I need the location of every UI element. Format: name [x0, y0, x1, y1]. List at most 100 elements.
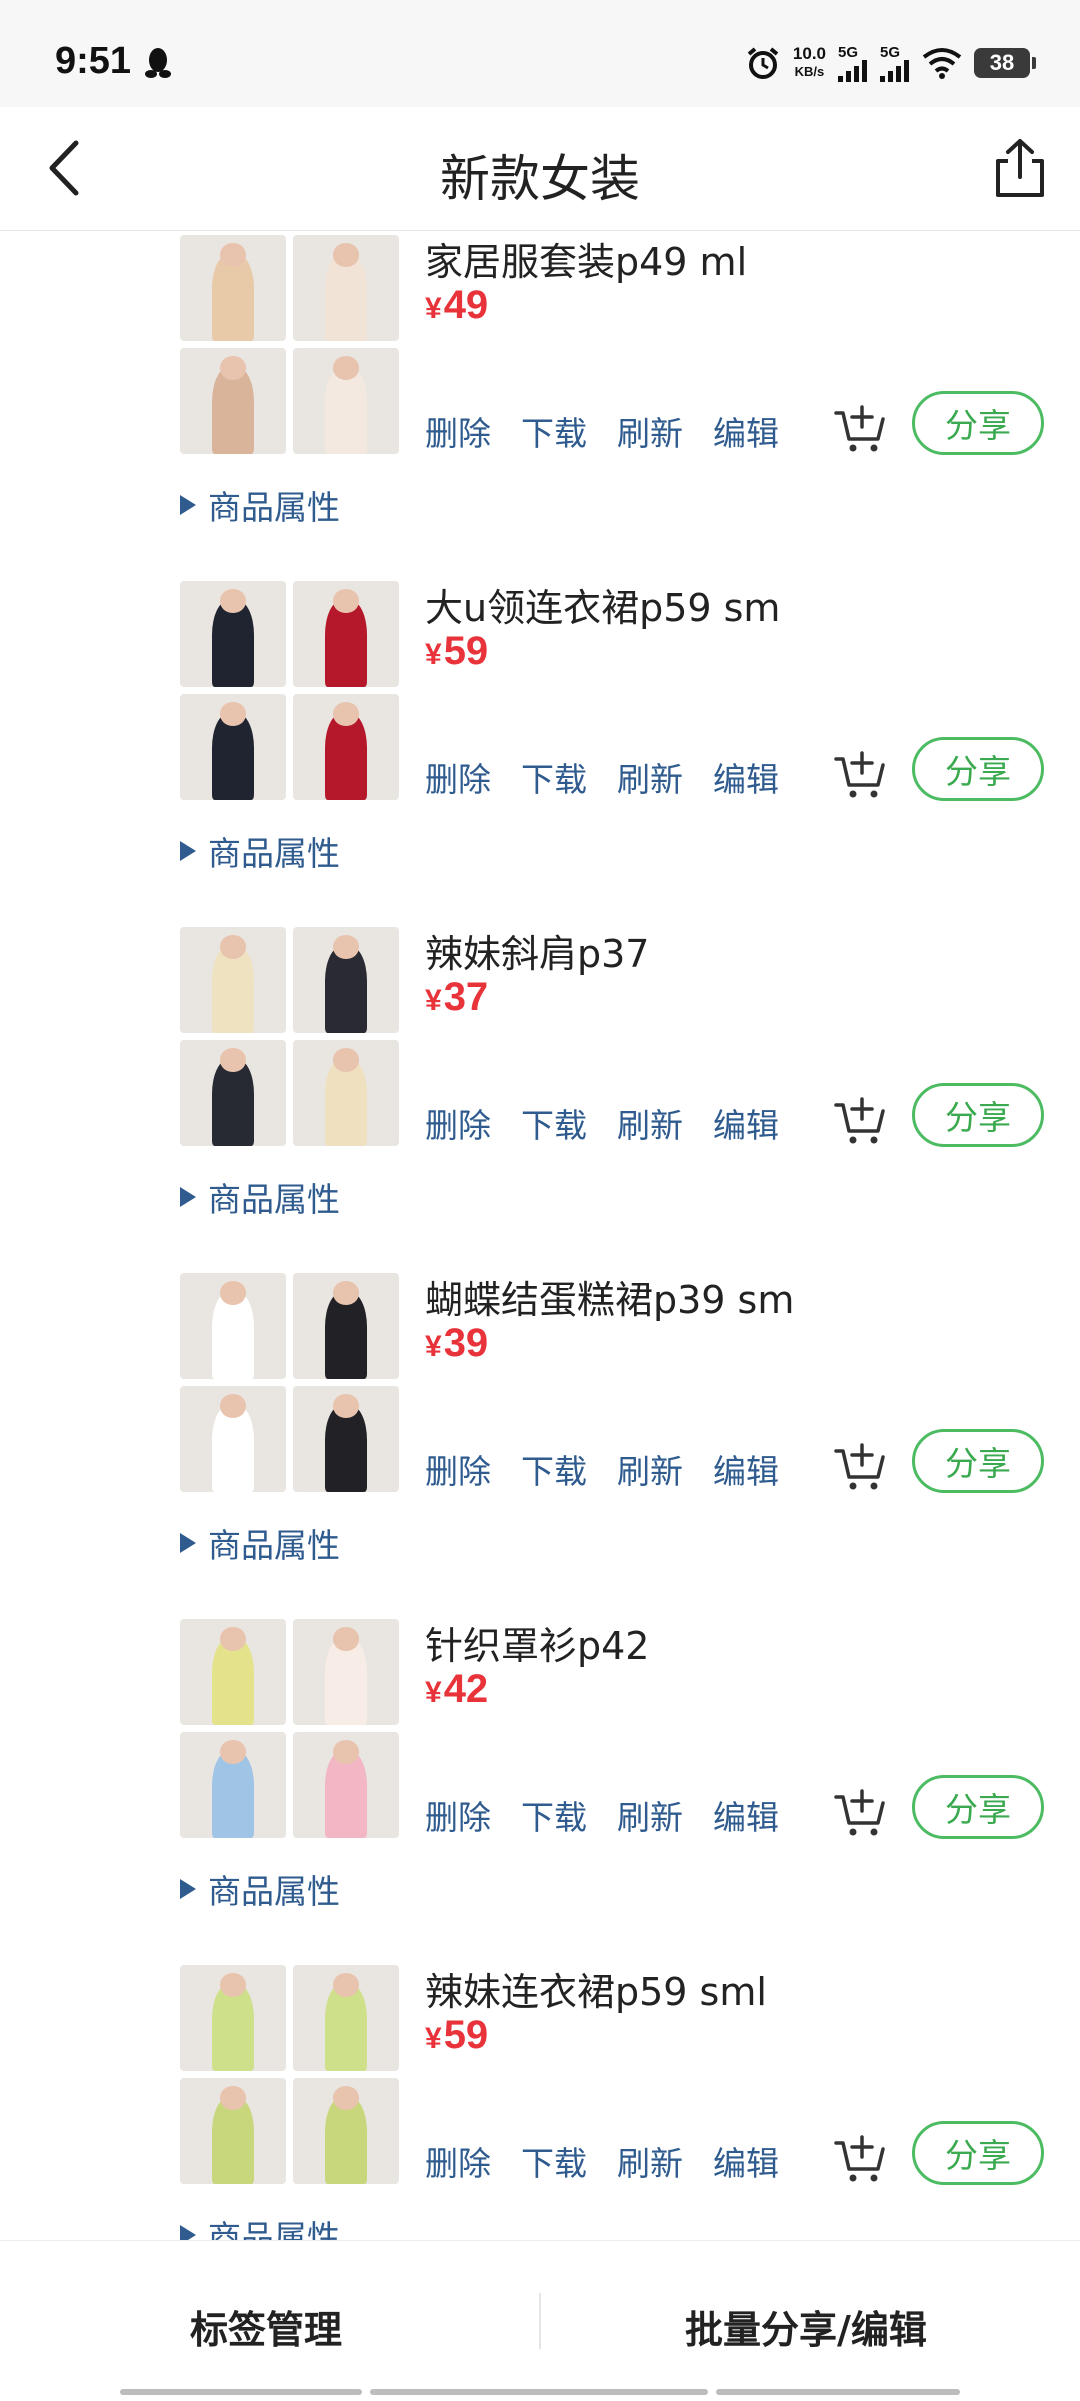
- product-image[interactable]: [293, 694, 399, 800]
- product-image[interactable]: [180, 1619, 286, 1725]
- edit-button[interactable]: 编辑: [713, 2137, 779, 2185]
- product-image[interactable]: [180, 927, 286, 1033]
- product-attributes-toggle[interactable]: 商品属性: [180, 1865, 340, 1913]
- download-button[interactable]: 下载: [521, 2137, 587, 2185]
- item-actions: 删除 下载 刷新 编辑: [425, 2137, 779, 2185]
- product-image[interactable]: [180, 1965, 286, 2071]
- product-thumbnails[interactable]: [180, 1965, 400, 2185]
- list-item[interactable]: 针织罩衫p42 ¥42 删除 下载 刷新 编辑 分享 商品属性: [0, 1615, 1080, 1961]
- bottom-bar: 标签管理 批量分享/编辑: [0, 2240, 1080, 2401]
- batch-share-edit-button[interactable]: 批量分享/编辑: [685, 2299, 927, 2354]
- refresh-button[interactable]: 刷新: [617, 2137, 683, 2185]
- app-header: 新款女装: [0, 107, 1080, 231]
- list-item[interactable]: 大u领连衣裙p59 sm ¥59 删除 下载 刷新 编辑 分享 商品属性: [0, 577, 1080, 923]
- product-image[interactable]: [293, 348, 399, 454]
- product-thumbnails[interactable]: [180, 1619, 400, 1839]
- product-image[interactable]: [293, 1040, 399, 1146]
- nav-pill: [370, 2389, 708, 2395]
- status-icons: 10.0 KB/s 5G 5G 38: [745, 40, 1036, 86]
- product-price: ¥39: [425, 1321, 488, 1366]
- product-image[interactable]: [180, 2078, 286, 2184]
- price-value: 37: [443, 975, 489, 1019]
- download-button[interactable]: 下载: [521, 1791, 587, 1839]
- product-image[interactable]: [180, 581, 286, 687]
- price-value: 39: [443, 1321, 489, 1365]
- delete-button[interactable]: 删除: [425, 1099, 491, 1147]
- product-image[interactable]: [293, 1965, 399, 2071]
- edit-button[interactable]: 编辑: [713, 1099, 779, 1147]
- share-button[interactable]: 分享: [912, 1083, 1044, 1147]
- product-thumbnails[interactable]: [180, 927, 400, 1147]
- download-button[interactable]: 下载: [521, 753, 587, 801]
- price-value: 42: [443, 1667, 489, 1711]
- share-button[interactable]: 分享: [912, 1429, 1044, 1493]
- product-price: ¥49: [425, 283, 488, 328]
- nav-pill: [716, 2389, 960, 2395]
- add-to-cart-icon[interactable]: [832, 745, 888, 801]
- list-item[interactable]: 辣妹斜肩p37 ¥37 删除 下载 刷新 编辑 分享 商品属性: [0, 923, 1080, 1269]
- share-button[interactable]: 分享: [912, 2121, 1044, 2185]
- product-image[interactable]: [293, 235, 399, 341]
- product-image[interactable]: [180, 1040, 286, 1146]
- product-price: ¥59: [425, 2013, 488, 2058]
- delete-button[interactable]: 删除: [425, 753, 491, 801]
- share-button[interactable]: 分享: [912, 737, 1044, 801]
- download-button[interactable]: 下载: [521, 1445, 587, 1493]
- product-thumbnails[interactable]: [180, 1273, 400, 1493]
- product-attributes-toggle[interactable]: 商品属性: [180, 1173, 340, 1221]
- product-image[interactable]: [293, 2078, 399, 2184]
- edit-button[interactable]: 编辑: [713, 1791, 779, 1839]
- list-item[interactable]: 辣妹连衣裙p59 sml ¥59 删除 下载 刷新 编辑 分享 商品属性: [0, 1961, 1080, 2240]
- list-item[interactable]: 家居服套装p49 ml ¥49 删除 下载 刷新 编辑 分享 商品属性: [0, 231, 1080, 577]
- product-image[interactable]: [180, 694, 286, 800]
- delete-button[interactable]: 删除: [425, 1791, 491, 1839]
- tag-manage-button[interactable]: 标签管理: [190, 2299, 342, 2354]
- item-actions: 删除 下载 刷新 编辑: [425, 753, 779, 801]
- refresh-button[interactable]: 刷新: [617, 1099, 683, 1147]
- product-attributes-toggle[interactable]: 商品属性: [180, 481, 340, 529]
- price-value: 59: [443, 629, 489, 673]
- product-image[interactable]: [293, 1273, 399, 1379]
- add-to-cart-icon[interactable]: [832, 1783, 888, 1839]
- product-image[interactable]: [293, 1619, 399, 1725]
- edit-button[interactable]: 编辑: [713, 753, 779, 801]
- product-image[interactable]: [180, 1732, 286, 1838]
- add-to-cart-icon[interactable]: [832, 1091, 888, 1147]
- product-list[interactable]: 家居服套装p49 ml ¥49 删除 下载 刷新 编辑 分享 商品属性 大u领连衣裙p59 sm…: [0, 231, 1080, 2240]
- delete-button[interactable]: 删除: [425, 2137, 491, 2185]
- product-image[interactable]: [293, 1386, 399, 1492]
- refresh-button[interactable]: 刷新: [617, 1445, 683, 1493]
- product-thumbnails[interactable]: [180, 235, 400, 455]
- product-attributes-toggle[interactable]: 商品属性: [180, 827, 340, 875]
- download-button[interactable]: 下载: [521, 407, 587, 455]
- product-image[interactable]: [180, 1386, 286, 1492]
- refresh-button[interactable]: 刷新: [617, 407, 683, 455]
- tab-divider: [539, 2293, 541, 2349]
- share-button[interactable]: 分享: [912, 1775, 1044, 1839]
- signal-2-label: 5G: [880, 43, 901, 61]
- product-image[interactable]: [293, 1732, 399, 1838]
- product-image[interactable]: [180, 235, 286, 341]
- delete-button[interactable]: 删除: [425, 1445, 491, 1493]
- add-to-cart-icon[interactable]: [832, 399, 888, 455]
- product-thumbnails[interactable]: [180, 581, 400, 801]
- refresh-button[interactable]: 刷新: [617, 1791, 683, 1839]
- product-attributes-toggle[interactable]: 商品属性: [180, 1519, 340, 1567]
- share-button[interactable]: 分享: [912, 391, 1044, 455]
- add-to-cart-icon[interactable]: [832, 2129, 888, 2185]
- product-image[interactable]: [293, 581, 399, 687]
- product-image[interactable]: [180, 1273, 286, 1379]
- product-attributes-toggle[interactable]: 商品属性: [180, 2211, 340, 2240]
- add-to-cart-icon[interactable]: [832, 1437, 888, 1493]
- product-image[interactable]: [180, 348, 286, 454]
- delete-button[interactable]: 删除: [425, 407, 491, 455]
- download-button[interactable]: 下载: [521, 1099, 587, 1147]
- product-price: ¥59: [425, 629, 488, 674]
- refresh-button[interactable]: 刷新: [617, 753, 683, 801]
- product-image[interactable]: [293, 927, 399, 1033]
- edit-button[interactable]: 编辑: [713, 1445, 779, 1493]
- price-value: 59: [443, 2013, 489, 2057]
- edit-button[interactable]: 编辑: [713, 407, 779, 455]
- share-upload-icon[interactable]: [990, 137, 1050, 199]
- list-item[interactable]: 蝴蝶结蛋糕裙p39 sm ¥39 删除 下载 刷新 编辑 分享 商品属性: [0, 1269, 1080, 1615]
